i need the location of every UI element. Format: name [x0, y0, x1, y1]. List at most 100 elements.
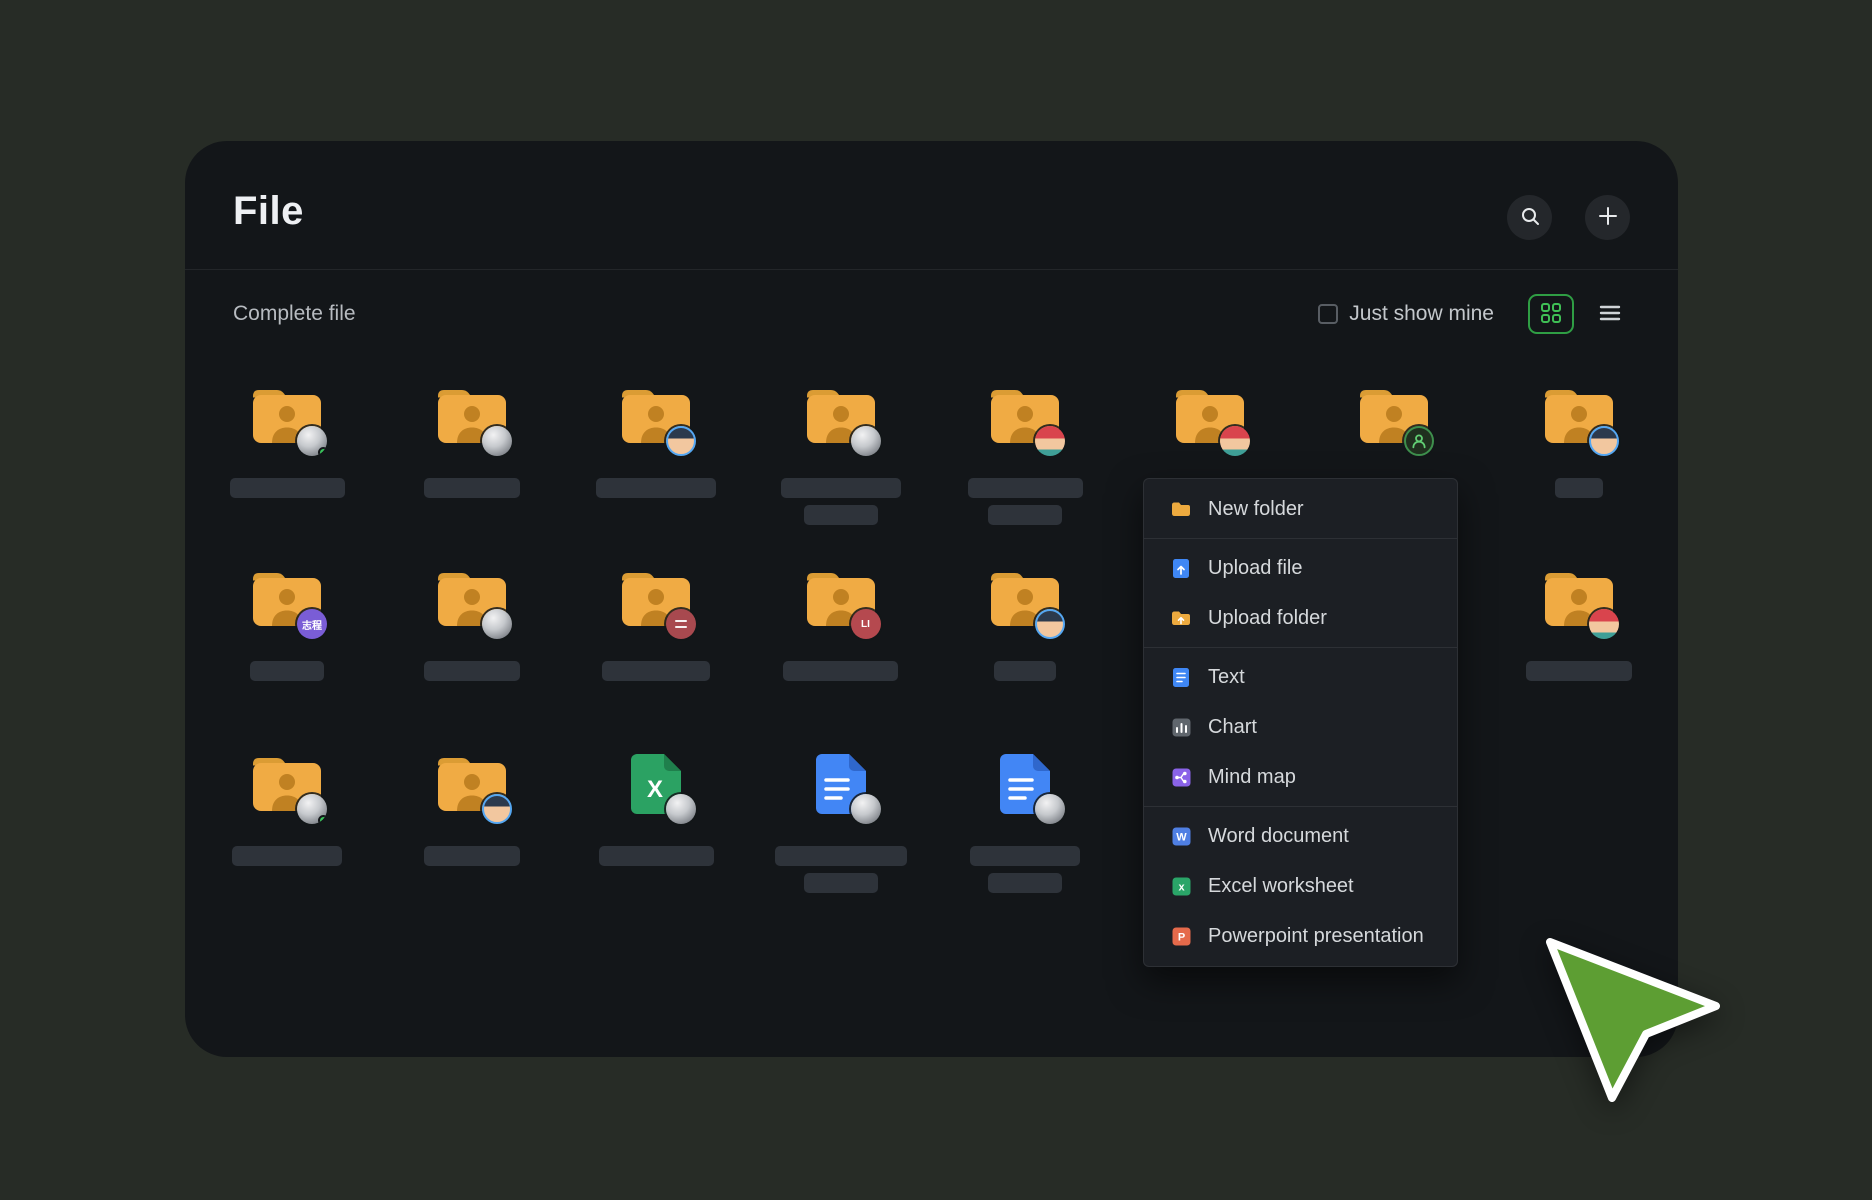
add-button[interactable] — [1585, 195, 1630, 240]
search-icon — [1520, 206, 1540, 229]
member-avatar-cat — [297, 794, 327, 824]
menu-item-new-folder[interactable]: New folder — [1144, 484, 1457, 534]
menu-item-label: Text — [1208, 666, 1245, 689]
file-icon-wrap — [247, 752, 327, 818]
folder-item[interactable] — [945, 567, 1105, 681]
menu-item-word[interactable]: W Word document — [1144, 811, 1457, 861]
grid-view-button[interactable] — [1528, 294, 1574, 334]
member-avatar-badge: LI — [851, 609, 881, 639]
member-avatar-cat — [851, 426, 881, 456]
folder-item[interactable] — [1499, 567, 1659, 681]
file-name-placeholder — [804, 505, 878, 525]
file-item[interactable] — [945, 752, 1105, 893]
file-name-placeholder — [602, 661, 710, 681]
file-name-placeholder — [232, 846, 342, 866]
menu-item-upload-folder[interactable]: Upload folder — [1144, 593, 1457, 643]
folder-item[interactable] — [945, 384, 1105, 525]
word-icon: W — [1170, 825, 1192, 847]
member-avatar-girl — [1589, 609, 1619, 639]
folder-item[interactable] — [207, 752, 367, 866]
menu-divider — [1144, 538, 1457, 539]
file-item[interactable]: X — [576, 752, 736, 866]
file-name-placeholder — [988, 873, 1062, 893]
file-name-placeholder — [424, 478, 520, 498]
member-avatar-boy — [482, 794, 512, 824]
file-item[interactable] — [761, 752, 921, 893]
member-avatar-boy — [666, 426, 696, 456]
menu-item-label: Excel worksheet — [1208, 875, 1354, 898]
folder-item[interactable] — [761, 384, 921, 525]
menu-item-mind-map[interactable]: Mind map — [1144, 752, 1457, 802]
file-name-placeholder — [230, 478, 345, 498]
context-menu: New folder Upload file Upload folder Text Ch… — [1143, 478, 1458, 967]
folder-item[interactable] — [392, 384, 552, 498]
file-name-placeholder — [783, 661, 898, 681]
file-icon-wrap — [1170, 384, 1250, 450]
folder-item[interactable] — [576, 384, 736, 498]
section-label: Complete file — [233, 302, 356, 326]
folder-item[interactable]: LI — [761, 567, 921, 681]
menu-item-text[interactable]: Text — [1144, 652, 1457, 702]
file-name-placeholder — [781, 478, 901, 498]
header-divider — [185, 269, 1678, 270]
member-avatar-cat — [482, 426, 512, 456]
menu-item-label: Word document — [1208, 825, 1349, 848]
just-show-mine-checkbox[interactable] — [1318, 304, 1338, 324]
folder-item[interactable]: 志程 — [207, 567, 367, 681]
file-icon-wrap — [801, 384, 881, 450]
menu-item-label: Powerpoint presentation — [1208, 925, 1424, 948]
svg-text:x: x — [1178, 881, 1185, 893]
folder-item[interactable] — [576, 567, 736, 681]
file-name-placeholder — [1555, 478, 1603, 498]
excel-icon: x — [1170, 875, 1192, 897]
file-name-placeholder — [970, 846, 1080, 866]
powerpoint-icon: P — [1170, 925, 1192, 947]
file-app-window: File Complete file Just show mine — [185, 141, 1678, 1057]
shared-person-icon — [1410, 432, 1428, 450]
list-view-icon — [1599, 304, 1621, 325]
file-icon-wrap: X — [616, 752, 696, 818]
member-avatar-cat — [666, 794, 696, 824]
file-name-placeholder — [994, 661, 1056, 681]
member-avatar-girl — [1220, 426, 1250, 456]
search-button[interactable] — [1507, 195, 1552, 240]
file-name-placeholder — [804, 873, 878, 893]
file-name-placeholder — [1526, 661, 1632, 681]
member-avatar-cat — [1035, 794, 1065, 824]
file-icon-wrap — [432, 752, 512, 818]
file-icon-wrap — [1539, 384, 1619, 450]
member-avatar-cat — [482, 609, 512, 639]
file-icon-wrap — [985, 567, 1065, 633]
folder-item[interactable] — [207, 384, 367, 498]
desktop-background: File Complete file Just show mine — [0, 0, 1872, 1200]
menu-item-label: Upload folder — [1208, 607, 1327, 630]
menu-item-excel[interactable]: x Excel worksheet — [1144, 861, 1457, 911]
file-icon-wrap — [801, 752, 881, 818]
menu-item-upload-file[interactable]: Upload file — [1144, 543, 1457, 593]
member-avatar-boy — [1589, 426, 1619, 456]
file-icon-wrap — [247, 384, 327, 450]
file-icon-wrap — [432, 384, 512, 450]
page-title: File — [233, 189, 304, 234]
file-icon-wrap — [432, 567, 512, 633]
svg-text:P: P — [1177, 931, 1184, 943]
folder-item[interactable] — [392, 567, 552, 681]
toolbar: Complete file Just show mine — [233, 291, 1630, 337]
member-avatar-badge: 志程 — [297, 609, 327, 639]
menu-item-label: Mind map — [1208, 766, 1296, 789]
member-avatar-boy — [1035, 609, 1065, 639]
folder-item[interactable] — [392, 752, 552, 866]
menu-divider — [1144, 806, 1457, 807]
folder-item[interactable] — [1499, 384, 1659, 498]
file-name-placeholder — [596, 478, 716, 498]
new-folder-icon — [1170, 498, 1192, 520]
file-icon-wrap: 志程 — [247, 567, 327, 633]
menu-item-powerpoint[interactable]: P Powerpoint presentation — [1144, 911, 1457, 961]
file-name-placeholder — [988, 505, 1062, 525]
list-view-button[interactable] — [1590, 294, 1630, 334]
menu-divider — [1144, 647, 1457, 648]
menu-item-chart[interactable]: Chart — [1144, 702, 1457, 752]
online-status-dot — [318, 447, 327, 456]
file-icon-wrap — [985, 752, 1065, 818]
member-avatar-badge — [666, 609, 696, 639]
